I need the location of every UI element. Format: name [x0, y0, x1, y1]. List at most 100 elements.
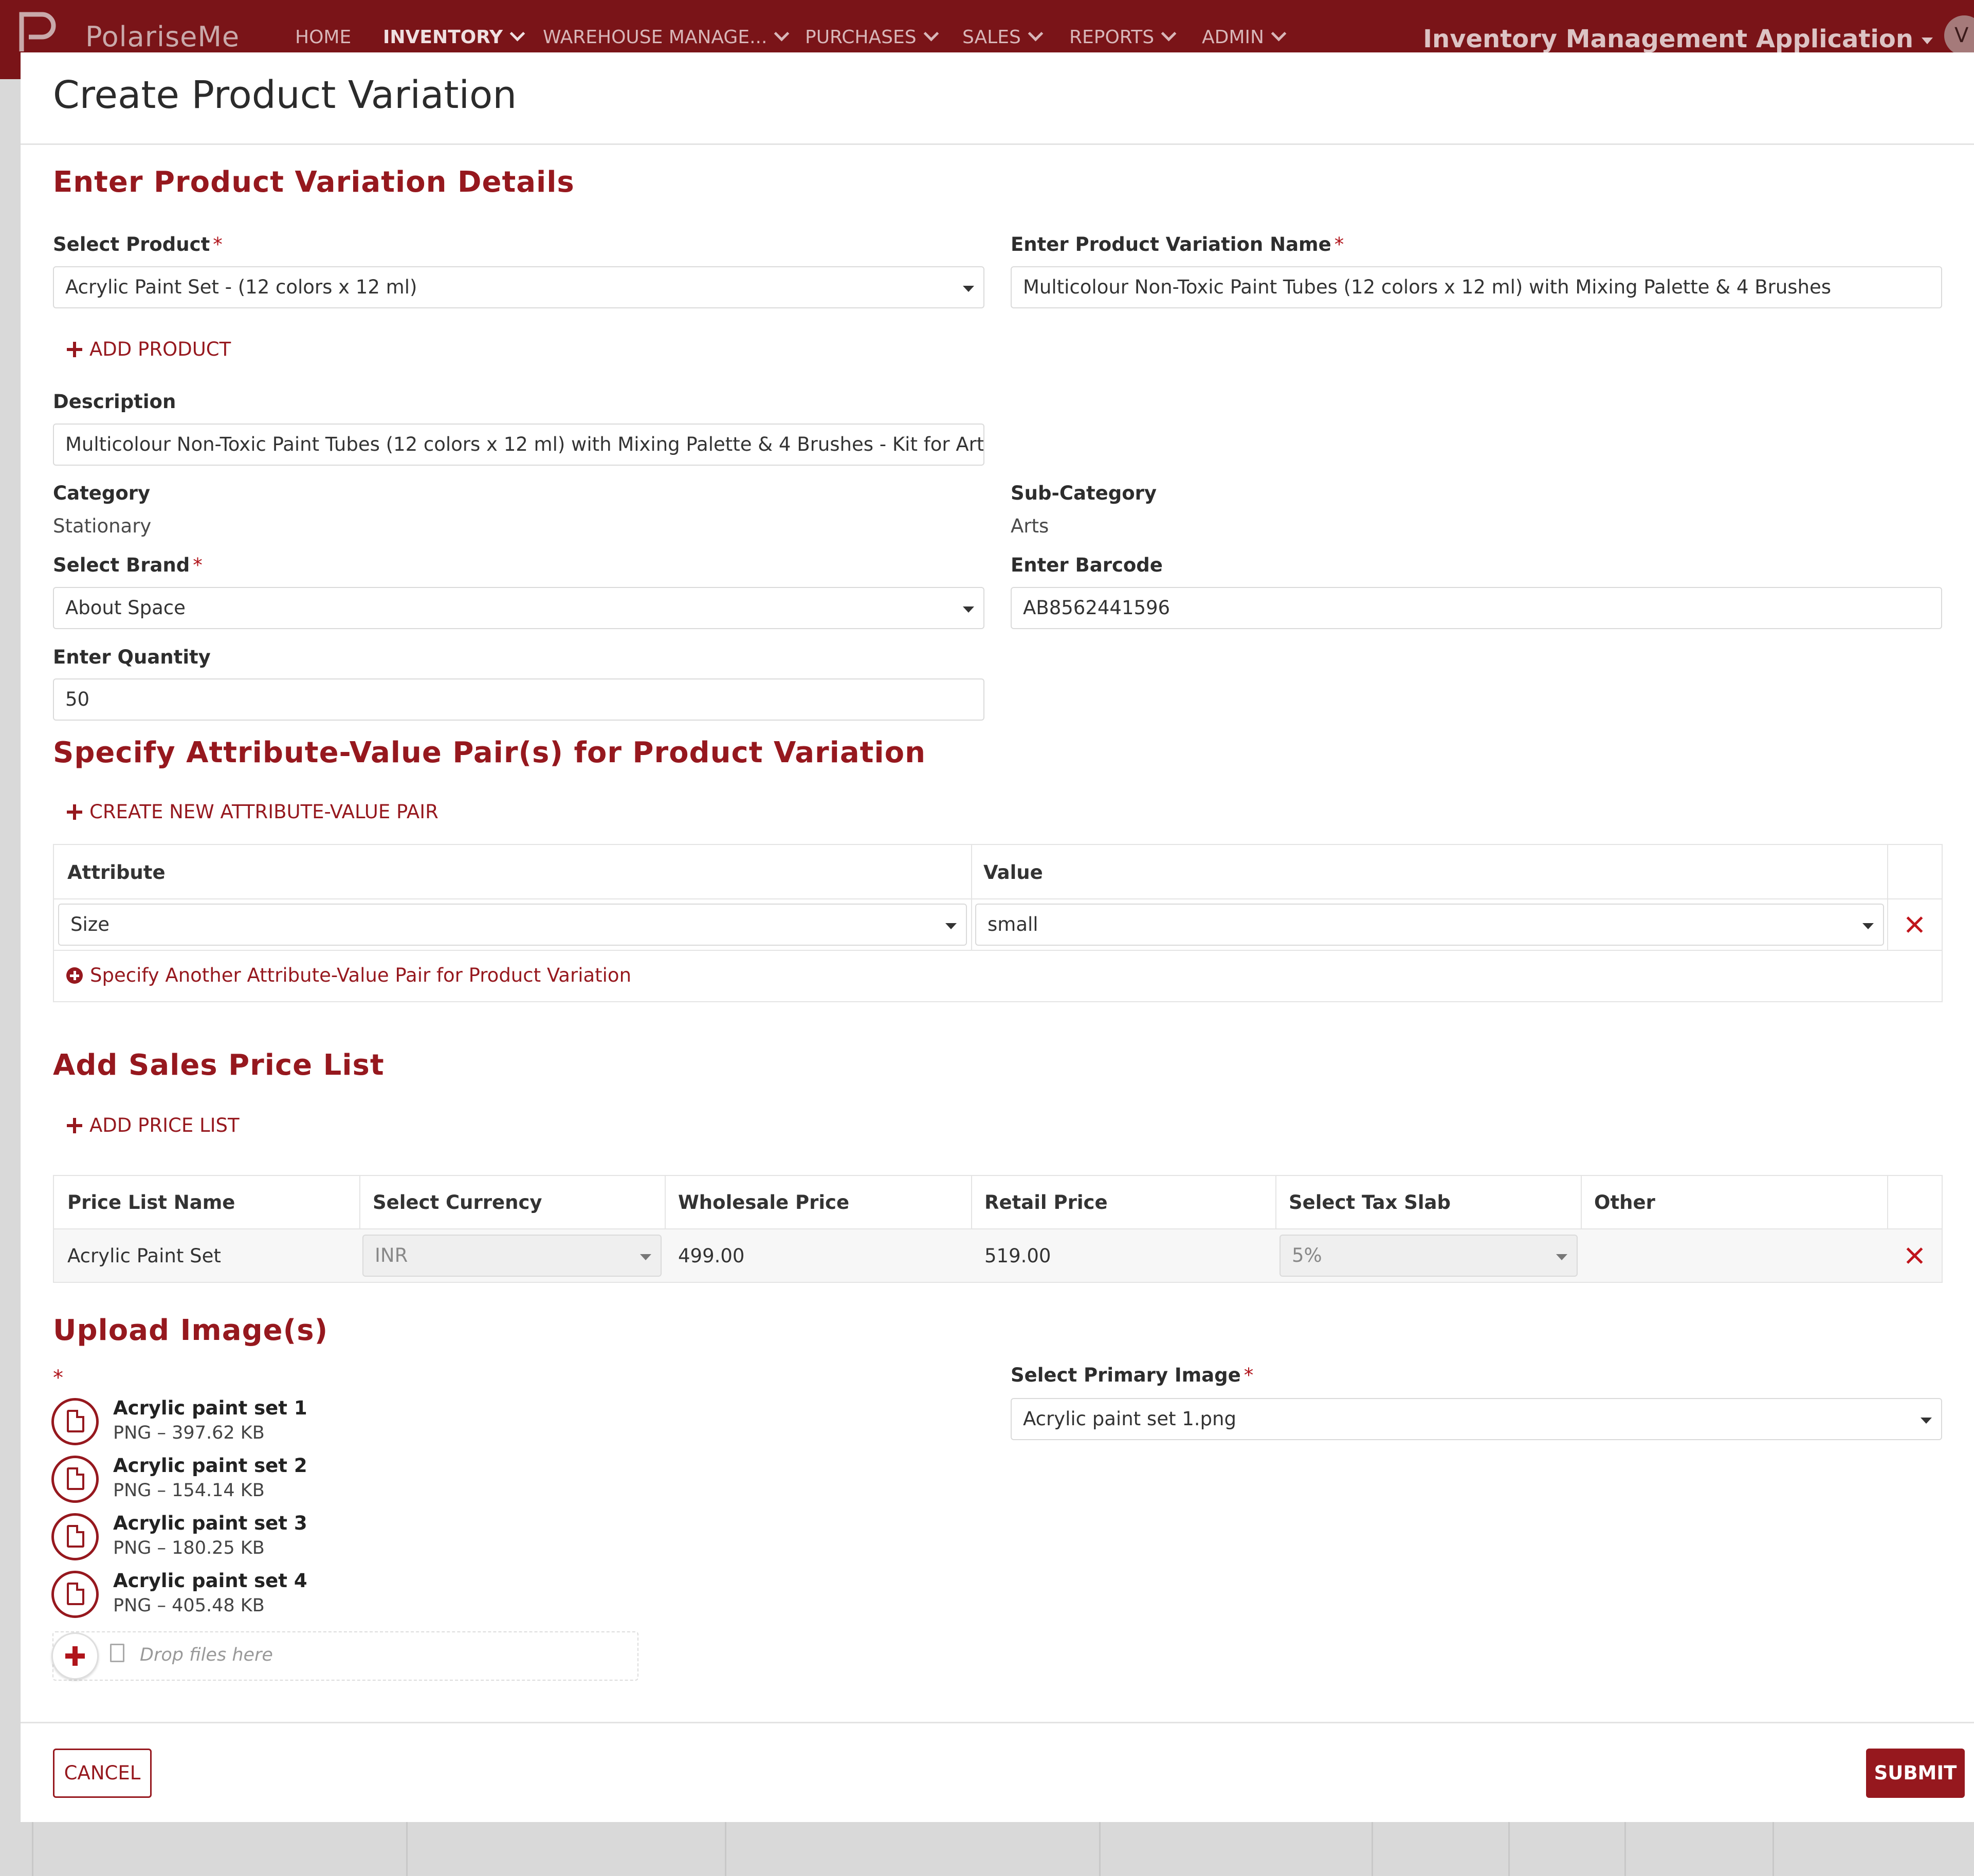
barcode-input[interactable]: AB8562441596	[1011, 587, 1942, 629]
caret-down-icon	[1922, 38, 1933, 44]
table-divider	[54, 898, 1942, 899]
required-mark: *	[1244, 1364, 1254, 1386]
nav-warehouse-label: WAREHOUSE MANAGE...	[543, 27, 767, 48]
file-meta: PNG – 405.48 KB	[113, 1595, 265, 1616]
top-navbar: PolariseMe HOME INVENTORY WAREHOUSE MANA…	[0, 0, 1974, 56]
background-divider	[32, 1822, 33, 1876]
col-other: Other	[1594, 1191, 1655, 1213]
tax-slab-dropdown[interactable]: 5%	[1280, 1235, 1578, 1277]
col-wholesale: Wholesale Price	[678, 1191, 850, 1213]
create-attribute-value-pair-button[interactable]: CREATE NEW ATTRIBUTE-VALUE PAIR	[67, 801, 438, 823]
chevron-down-icon	[774, 26, 790, 42]
cancel-button[interactable]: CANCEL	[53, 1749, 152, 1798]
wholesale-price[interactable]: 499.00	[678, 1245, 744, 1267]
price-list-table: Price List Name Select Currency Wholesal…	[53, 1175, 1943, 1283]
retail-price[interactable]: 519.00	[984, 1245, 1051, 1267]
section-heading-images: Upload Image(s)	[53, 1314, 328, 1347]
caret-down-icon	[963, 286, 974, 292]
barcode-label: Enter Barcode	[1011, 554, 1163, 576]
file-meta: PNG – 154.14 KB	[113, 1480, 265, 1501]
app-switcher[interactable]: Inventory Management Application	[1423, 25, 1933, 53]
brand-label: Select Brand *	[53, 554, 203, 576]
variation-name-label: Enter Product Variation Name *	[1011, 233, 1344, 255]
nav-purchases[interactable]: PURCHASES	[805, 26, 939, 48]
nav-reports[interactable]: REPORTS	[1069, 26, 1177, 48]
nav-purchases-label: PURCHASES	[805, 27, 917, 48]
value-dropdown[interactable]: small	[975, 904, 1884, 946]
value-value: small	[988, 913, 1038, 935]
currency-value: INR	[375, 1244, 408, 1266]
file-icon	[51, 1398, 99, 1445]
remove-price-list-icon[interactable]	[1906, 1247, 1923, 1264]
price-list-name: Acrylic Paint Set	[67, 1245, 221, 1267]
category-value: Stationary	[53, 515, 152, 537]
col-currency: Select Currency	[373, 1191, 542, 1213]
add-file-icon[interactable]	[51, 1632, 99, 1680]
avatar[interactable]: V	[1944, 15, 1974, 56]
create-attribute-label: CREATE NEW ATTRIBUTE-VALUE PAIR	[89, 801, 438, 823]
select-product-label-text: Select Product	[53, 233, 210, 255]
caret-down-icon	[1556, 1254, 1567, 1260]
subcategory-value: Arts	[1011, 515, 1049, 537]
nav-sales-label: SALES	[962, 27, 1021, 48]
variation-name-input[interactable]: Multicolour Non-Toxic Paint Tubes (12 co…	[1011, 266, 1942, 308]
nav-home-label: HOME	[295, 27, 352, 48]
required-mark: *	[213, 233, 223, 255]
file-icon	[51, 1456, 99, 1503]
brand-dropdown[interactable]: About Space	[53, 587, 984, 629]
footer-divider	[21, 1722, 1974, 1723]
section-heading-attributes: Specify Attribute-Value Pair(s) for Prod…	[53, 736, 926, 769]
brand-name[interactable]: PolariseMe	[85, 21, 240, 53]
primary-image-value: Acrylic paint set 1.png	[1023, 1408, 1236, 1430]
select-product-dropdown[interactable]: Acrylic Paint Set - (12 colors x 12 ml)	[53, 266, 984, 308]
caret-down-icon	[945, 923, 957, 929]
plus-icon	[67, 804, 82, 820]
variation-name-label-text: Enter Product Variation Name	[1011, 233, 1331, 255]
nav-home[interactable]: HOME	[295, 27, 351, 48]
section-heading-details: Enter Product Variation Details	[53, 165, 575, 199]
nav-warehouse[interactable]: WAREHOUSE MANAGE...	[543, 26, 790, 48]
attribute-dropdown[interactable]: Size	[58, 904, 967, 946]
document-icon	[67, 1467, 84, 1490]
nav-reports-label: REPORTS	[1069, 27, 1155, 48]
attribute-table: Attribute Value Size small Specify Anoth…	[53, 844, 1943, 1002]
submit-button[interactable]: SUBMIT	[1866, 1749, 1965, 1798]
select-product-label: Select Product *	[53, 233, 223, 255]
nav-admin[interactable]: ADMIN	[1202, 26, 1287, 48]
col-attribute: Attribute	[67, 861, 166, 884]
add-price-list-button[interactable]: ADD PRICE LIST	[67, 1114, 240, 1136]
nav-inventory-label: INVENTORY	[383, 27, 503, 48]
file-name: Acrylic paint set 3	[113, 1512, 307, 1534]
background-divider	[1508, 1822, 1510, 1876]
document-icon	[67, 1410, 84, 1432]
caret-down-icon	[1921, 1418, 1932, 1424]
plus-circle-icon	[66, 967, 83, 984]
add-product-button[interactable]: ADD PRODUCT	[67, 338, 231, 360]
document-icon	[67, 1583, 84, 1605]
description-input[interactable]: Multicolour Non-Toxic Paint Tubes (12 co…	[53, 424, 984, 466]
create-product-variation-dialog: Create Product Variation Enter Product V…	[21, 52, 1974, 1822]
plus-icon	[67, 1118, 82, 1133]
background-divider	[1372, 1822, 1373, 1876]
nav-sales[interactable]: SALES	[962, 26, 1044, 48]
chevron-down-icon	[1161, 26, 1177, 42]
file-name: Acrylic paint set 4	[113, 1570, 307, 1592]
currency-dropdown[interactable]: INR	[362, 1235, 662, 1277]
primary-image-label: Select Primary Image *	[1011, 1364, 1253, 1386]
table-divider	[54, 950, 1942, 951]
nav-inventory[interactable]: INVENTORY	[383, 26, 525, 48]
col-retail: Retail Price	[984, 1191, 1108, 1213]
required-mark: *	[193, 554, 203, 576]
section-heading-pricing: Add Sales Price List	[53, 1049, 385, 1082]
chevron-down-icon	[923, 26, 939, 42]
file-meta: PNG – 180.25 KB	[113, 1538, 265, 1558]
quantity-input[interactable]: 50	[53, 678, 984, 721]
remove-attribute-icon[interactable]	[1906, 916, 1923, 933]
add-another-attribute-link[interactable]: Specify Another Attribute-Value Pair for…	[66, 964, 631, 986]
primary-image-dropdown[interactable]: Acrylic paint set 1.png	[1011, 1398, 1942, 1440]
header-divider	[21, 143, 1974, 145]
subcategory-label: Sub-Category	[1011, 482, 1157, 504]
file-icon	[51, 1513, 99, 1560]
caret-down-icon	[1862, 923, 1874, 929]
chevron-down-icon	[1271, 26, 1287, 42]
